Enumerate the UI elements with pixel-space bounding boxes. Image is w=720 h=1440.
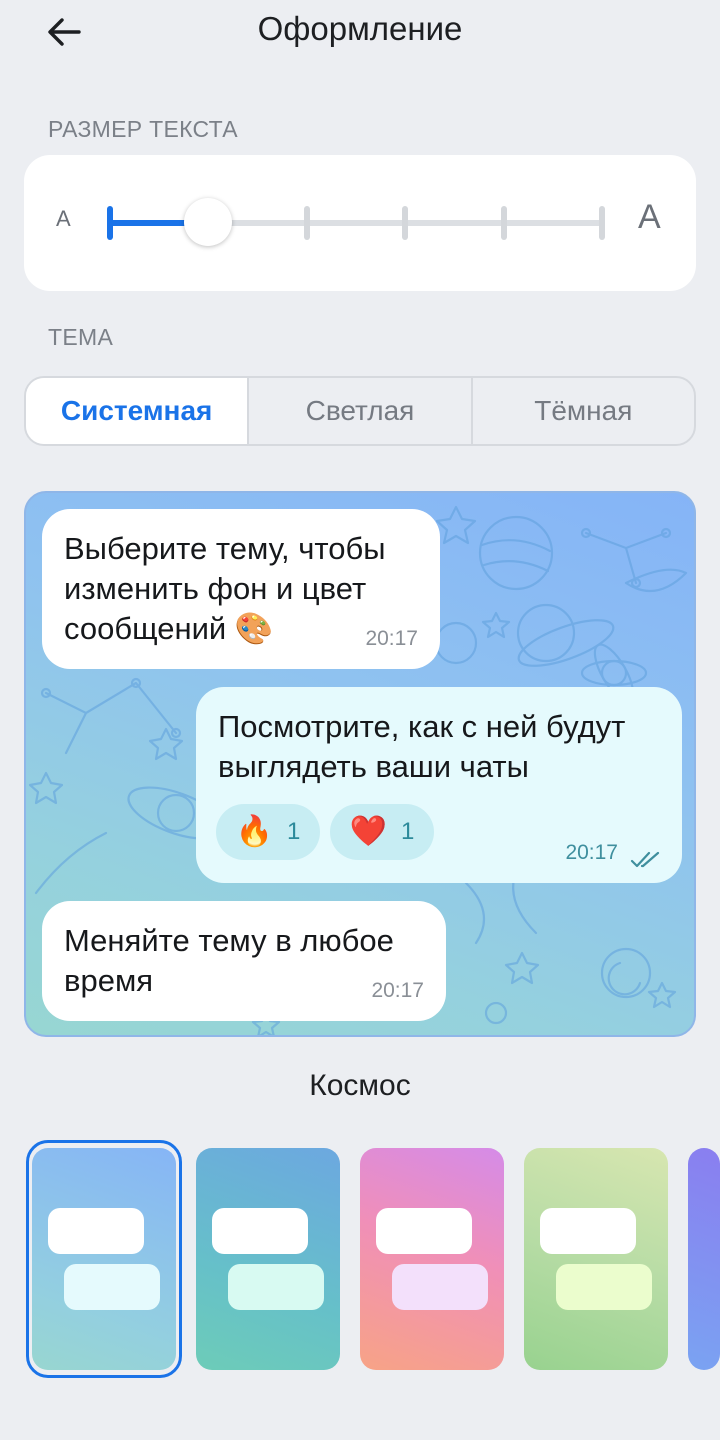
message-time: 20:17 [565,841,618,864]
reaction-heart[interactable]: ❤️ 1 [330,804,434,860]
reaction-count: 1 [287,818,301,845]
wallpaper-thumb-partial[interactable] [688,1148,720,1370]
message-time: 20:17 [371,979,424,1002]
theme-option-light[interactable]: Светлая [249,378,473,444]
theme-section-label: ТЕМА [48,324,114,350]
reaction-count: 1 [401,818,415,845]
heart-emoji-icon: ❤️ [349,815,387,848]
message-bubble-incoming: Выберите тему, чтобы изменить фон и цвет… [42,509,440,669]
slider-tick[interactable] [599,206,605,240]
theme-option-dark[interactable]: Тёмная [473,378,694,444]
text-size-section-label: РАЗМЕР ТЕКСТА [48,116,238,142]
text-size-small-label: A [56,206,71,231]
text-size-large-label: A [638,198,661,236]
wallpaper-thumb-love[interactable] [360,1148,504,1370]
thumb-outgoing-bubble [64,1264,160,1310]
thumb-incoming-bubble [376,1208,472,1254]
thumb-outgoing-bubble [228,1264,324,1310]
slider-tick[interactable] [500,206,507,240]
theme-segmented-control: Системная Светлая Тёмная [24,376,696,446]
thumb-incoming-bubble [212,1208,308,1254]
wallpaper-picker [0,1140,720,1380]
selected-wallpaper-name: Космос [309,1069,411,1102]
slider-tick[interactable] [303,206,310,240]
reactions-row: 🔥 1 ❤️ 1 [216,804,434,860]
reaction-fire[interactable]: 🔥 1 [216,804,320,860]
thumb-outgoing-bubble [556,1264,652,1310]
double-check-icon [630,851,660,868]
thumb-outgoing-bubble [392,1264,488,1310]
message-bubble-outgoing: Посмотрите, как с ней будут выглядеть ва… [196,687,682,883]
thumb-incoming-bubble [48,1208,144,1254]
slider-tick[interactable] [402,206,409,240]
message-time: 20:17 [365,627,418,650]
message-text: Выберите тему, чтобы изменить фон и цвет… [64,531,386,646]
page-title: Оформление [257,10,463,47]
message-text: Посмотрите, как с ней будут выглядеть ва… [218,709,626,784]
thumb-incoming-bubble [540,1208,636,1254]
top-bar: Оформление [0,0,720,64]
slider-tick[interactable] [107,206,113,240]
message-text: Меняйте тему в любое время [64,923,394,998]
wallpaper-thumb-space[interactable] [32,1148,176,1370]
message-bubble-incoming: Меняйте тему в любое время 20:17 [42,901,446,1021]
wallpaper-thumb-travel[interactable] [196,1148,340,1370]
wallpaper-thumb-nature[interactable] [524,1148,668,1370]
chat-preview: Выберите тему, чтобы изменить фон и цвет… [24,491,696,1037]
fire-emoji-icon: 🔥 [235,815,273,848]
theme-option-system[interactable]: Системная [26,378,250,444]
